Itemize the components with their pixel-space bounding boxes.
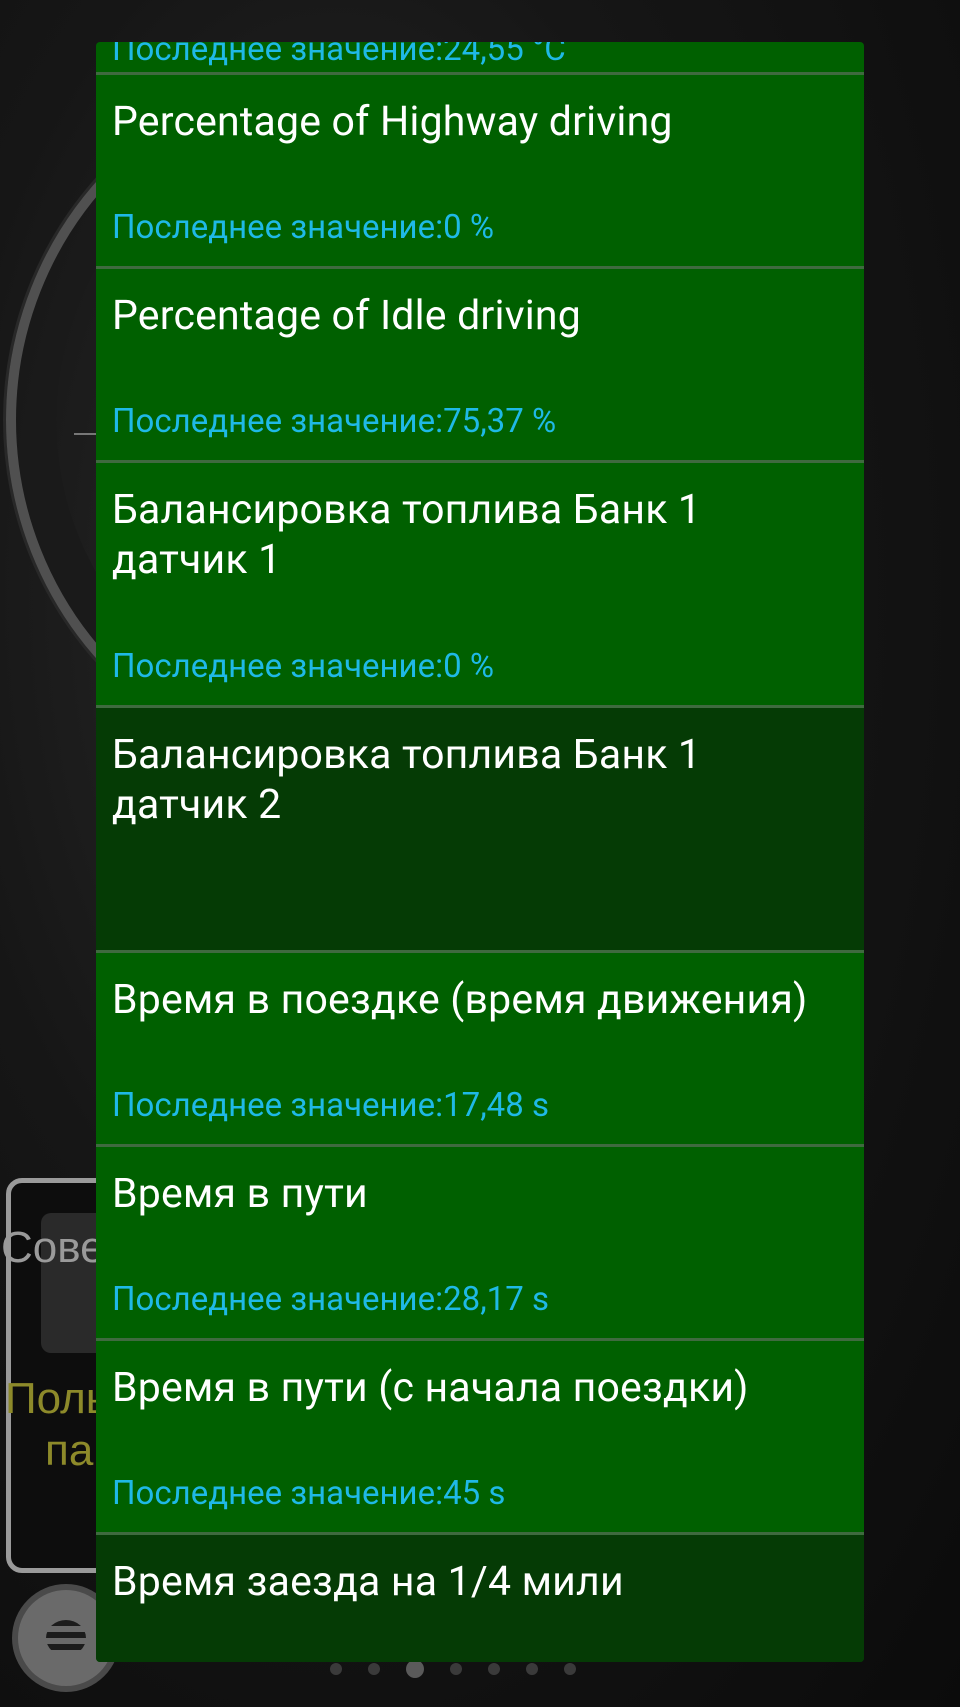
page-dot: [488, 1663, 500, 1675]
page-dot: [330, 1663, 342, 1675]
list-item-partial[interactable]: Последнее значение:24,55 °C: [96, 42, 864, 75]
tips-text-line: Поль: [5, 1374, 109, 1423]
list-item[interactable]: Балансировка топлива Банк 1 датчик 1 Пос…: [96, 463, 864, 708]
item-title: Время в поездке (время движения): [112, 976, 808, 1024]
item-title: Балансировка топлива Банк 1 датчик 2: [112, 731, 702, 829]
sensor-list-dialog[interactable]: Последнее значение:24,55 °C Percentage o…: [96, 42, 864, 1662]
app-screen: Совет Поль па Последнее значение:24,55 °…: [0, 0, 960, 1707]
item-title: Percentage of Highway driving: [112, 98, 673, 146]
last-value: Последнее значение:28,17 s: [112, 1280, 549, 1319]
item-title: Время в пути (с начала поездки): [112, 1364, 749, 1412]
page-dot: [406, 1660, 424, 1678]
tips-text: Поль па: [5, 1373, 109, 1477]
item-title: Percentage of Idle driving: [112, 292, 581, 340]
item-title: Время в пути: [112, 1170, 368, 1218]
item-title: Время заезда на 1/4 мили: [112, 1558, 624, 1606]
last-value: Последнее значение:0 %: [112, 647, 494, 686]
list-item-selected[interactable]: Балансировка топлива Банк 1 датчик 2: [96, 708, 864, 953]
page-dot: [564, 1663, 576, 1675]
tips-text-line: па: [45, 1426, 94, 1475]
last-value: Последнее значение:24,55 °C: [112, 42, 566, 69]
list-item[interactable]: Время в поездке (время движения) Последн…: [96, 953, 864, 1147]
list-item[interactable]: Время в пути (с начала поездки) Последне…: [96, 1341, 864, 1535]
list-item[interactable]: Время заезда на 1/4 мили: [96, 1535, 864, 1662]
list-item[interactable]: Percentage of Highway driving Последнее …: [96, 75, 864, 269]
last-value: Последнее значение:45 s: [112, 1474, 506, 1513]
last-value: Последнее значение:17,48 s: [112, 1086, 549, 1125]
item-title: Балансировка топлива Банк 1 датчик 1: [112, 486, 702, 584]
page-dot: [450, 1663, 462, 1675]
page-indicator: [330, 1660, 576, 1678]
list-item[interactable]: Percentage of Idle driving Последнее зна…: [96, 269, 864, 463]
last-value: Последнее значение:0 %: [112, 208, 494, 247]
page-dot: [526, 1663, 538, 1675]
page-dot: [368, 1663, 380, 1675]
list-item[interactable]: Время в пути Последнее значение:28,17 s: [96, 1147, 864, 1341]
last-value: Последнее значение:75,37 %: [112, 402, 557, 441]
